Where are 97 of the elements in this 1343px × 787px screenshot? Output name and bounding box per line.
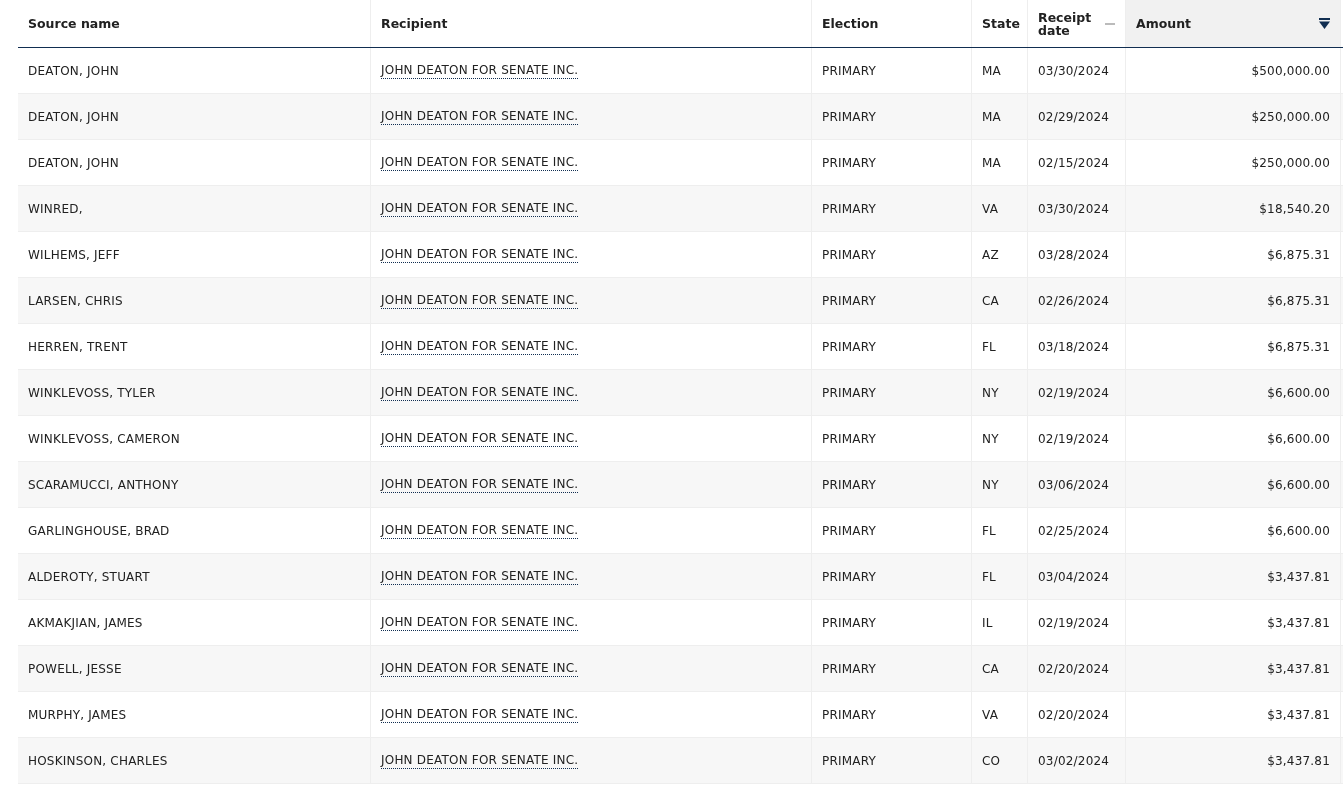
recipient-link[interactable]: JOHN DEATON FOR SENATE INC. bbox=[381, 154, 579, 171]
table-cell-text: PRIMARY bbox=[822, 108, 876, 126]
table-cell-text: CA bbox=[982, 292, 999, 310]
recipient-link[interactable]: JOHN DEATON FOR SENATE INC. bbox=[381, 522, 579, 539]
table-cell-text: DEATON, JOHN bbox=[28, 108, 119, 126]
table-cell-text: DEATON, JOHN bbox=[28, 62, 119, 80]
recipient-link[interactable]: JOHN DEATON FOR SENATE INC. bbox=[381, 384, 579, 401]
table-cell-text: NY bbox=[982, 476, 999, 494]
table-cell-text: PRIMARY bbox=[822, 338, 876, 356]
recipient-link[interactable]: JOHN DEATON FOR SENATE INC. bbox=[381, 200, 579, 217]
table-cell-text: PRIMARY bbox=[822, 522, 876, 540]
table-cell-text: WINKLEVOSS, TYLER bbox=[28, 384, 156, 402]
recipient-link[interactable]: JOHN DEATON FOR SENATE INC. bbox=[381, 660, 579, 677]
table-cell-text: PRIMARY bbox=[822, 246, 876, 264]
table-cell-text: MA bbox=[982, 154, 1001, 172]
table-cell-text: 02/20/2024 bbox=[1038, 660, 1110, 678]
recipient-link[interactable]: JOHN DEATON FOR SENATE INC. bbox=[381, 430, 579, 447]
table-cell-text: MA bbox=[982, 62, 1001, 80]
table-cell-text: WINKLEVOSS, CAMERON bbox=[28, 430, 180, 448]
recipient-link[interactable]: JOHN DEATON FOR SENATE INC. bbox=[381, 62, 579, 79]
table-cell-text: 03/02/2024 bbox=[1038, 752, 1110, 770]
table-cell-text: $6,600.00 bbox=[1267, 430, 1330, 448]
table-cell-text: FL bbox=[982, 568, 996, 586]
table-cell-text: 03/18/2024 bbox=[1038, 338, 1110, 356]
table-cell-text: $250,000.00 bbox=[1251, 108, 1330, 126]
table-cell-text: LARSEN, CHRIS bbox=[28, 292, 123, 310]
table-cell-text: 02/25/2024 bbox=[1038, 522, 1110, 540]
table-cell-text: 03/06/2024 bbox=[1038, 476, 1110, 494]
recipient-link[interactable]: JOHN DEATON FOR SENATE INC. bbox=[381, 108, 579, 125]
table-cell-text: HERREN, TRENT bbox=[28, 338, 128, 356]
table-cell-text: IL bbox=[982, 614, 993, 632]
table-cell-text: $250,000.00 bbox=[1251, 154, 1330, 172]
table-cell-text: $3,437.81 bbox=[1267, 614, 1330, 632]
table-cell-text: PRIMARY bbox=[822, 154, 876, 172]
table-cell-text: VA bbox=[982, 706, 999, 724]
table-cell-text: PRIMARY bbox=[822, 706, 876, 724]
table-cell-text: CA bbox=[982, 660, 999, 678]
table-cell-text: $6,600.00 bbox=[1267, 384, 1330, 402]
table-cell-text: FL bbox=[982, 338, 996, 356]
table-cell-text: PRIMARY bbox=[822, 660, 876, 678]
table-cell-text: FL bbox=[982, 522, 996, 540]
table-cell-text: $18,540.20 bbox=[1259, 200, 1330, 218]
recipient-link[interactable]: JOHN DEATON FOR SENATE INC. bbox=[381, 246, 579, 263]
recipient-link[interactable]: JOHN DEATON FOR SENATE INC. bbox=[381, 476, 579, 493]
table-cell-text: 03/28/2024 bbox=[1038, 246, 1110, 264]
table-cell-text: 03/30/2024 bbox=[1038, 62, 1110, 80]
table-cell-text: PRIMARY bbox=[822, 292, 876, 310]
table-cell-text: 02/15/2024 bbox=[1038, 154, 1110, 172]
table-cell-text: 02/29/2024 bbox=[1038, 108, 1110, 126]
table-cell-text: $6,875.31 bbox=[1267, 338, 1330, 356]
table-cell-text: DEATON, JOHN bbox=[28, 154, 119, 172]
table-cell-text: PRIMARY bbox=[822, 430, 876, 448]
table-cell-text: NY bbox=[982, 384, 999, 402]
table-cell-text: $3,437.81 bbox=[1267, 660, 1330, 678]
table-cell-text: CO bbox=[982, 752, 1001, 770]
table-cell-text: $500,000.00 bbox=[1251, 62, 1330, 80]
table-cell-text: 02/19/2024 bbox=[1038, 384, 1110, 402]
table-cell-text: 03/30/2024 bbox=[1038, 200, 1110, 218]
table-cell-text: 02/19/2024 bbox=[1038, 430, 1110, 448]
table-cell-text: PRIMARY bbox=[822, 384, 876, 402]
table-cell-text: $6,875.31 bbox=[1267, 292, 1330, 310]
recipient-link[interactable]: JOHN DEATON FOR SENATE INC. bbox=[381, 614, 579, 631]
table-cell-text: $6,600.00 bbox=[1267, 522, 1330, 540]
table-cell-text: POWELL, JESSE bbox=[28, 660, 122, 678]
table-cell-text: PRIMARY bbox=[822, 476, 876, 494]
table-cell-text: PRIMARY bbox=[822, 614, 876, 632]
table-cell-text: $3,437.81 bbox=[1267, 568, 1330, 586]
table-cell-text: 02/19/2024 bbox=[1038, 614, 1110, 632]
table-cell-text: AKMAKJIAN, JAMES bbox=[28, 614, 143, 632]
table-cell-text: HOSKINSON, CHARLES bbox=[28, 752, 168, 770]
recipient-link[interactable]: JOHN DEATON FOR SENATE INC. bbox=[381, 752, 579, 769]
table-cell-text: MURPHY, JAMES bbox=[28, 706, 127, 724]
column-header[interactable]: Amount bbox=[1126, 0, 1341, 47]
table-cell-text: PRIMARY bbox=[822, 752, 876, 770]
table-cell-text: MA bbox=[982, 108, 1001, 126]
table-cell-text: PRIMARY bbox=[822, 200, 876, 218]
table-cell-text: AZ bbox=[982, 246, 999, 264]
table-cell-text: PRIMARY bbox=[822, 62, 876, 80]
table-cell-text: GARLINGHOUSE, BRAD bbox=[28, 522, 170, 540]
table-cell-text: $6,875.31 bbox=[1267, 246, 1330, 264]
recipient-link[interactable]: JOHN DEATON FOR SENATE INC. bbox=[381, 568, 579, 585]
table-cell-text: $3,437.81 bbox=[1267, 752, 1330, 770]
table-cell-text: ALDEROTY, STUART bbox=[28, 568, 150, 586]
recipient-link[interactable]: JOHN DEATON FOR SENATE INC. bbox=[381, 292, 579, 309]
table-cell-text: WILHEMS, JEFF bbox=[28, 246, 120, 264]
table-cell-text: NY bbox=[982, 430, 999, 448]
table-cell-text: PRIMARY bbox=[822, 568, 876, 586]
recipient-link[interactable]: JOHN DEATON FOR SENATE INC. bbox=[381, 338, 579, 355]
table-cell-text: SCARAMUCCI, ANTHONY bbox=[28, 476, 179, 494]
recipient-link[interactable]: JOHN DEATON FOR SENATE INC. bbox=[381, 706, 579, 723]
table-cell-text: 02/26/2024 bbox=[1038, 292, 1110, 310]
table-cell-text: $3,437.81 bbox=[1267, 706, 1330, 724]
table-cell-text: 03/04/2024 bbox=[1038, 568, 1110, 586]
table-cell-text: WINRED, bbox=[28, 200, 83, 218]
table-cell-text: VA bbox=[982, 200, 999, 218]
table-cell-text: 02/20/2024 bbox=[1038, 706, 1110, 724]
table-cell-text: $6,600.00 bbox=[1267, 476, 1330, 494]
